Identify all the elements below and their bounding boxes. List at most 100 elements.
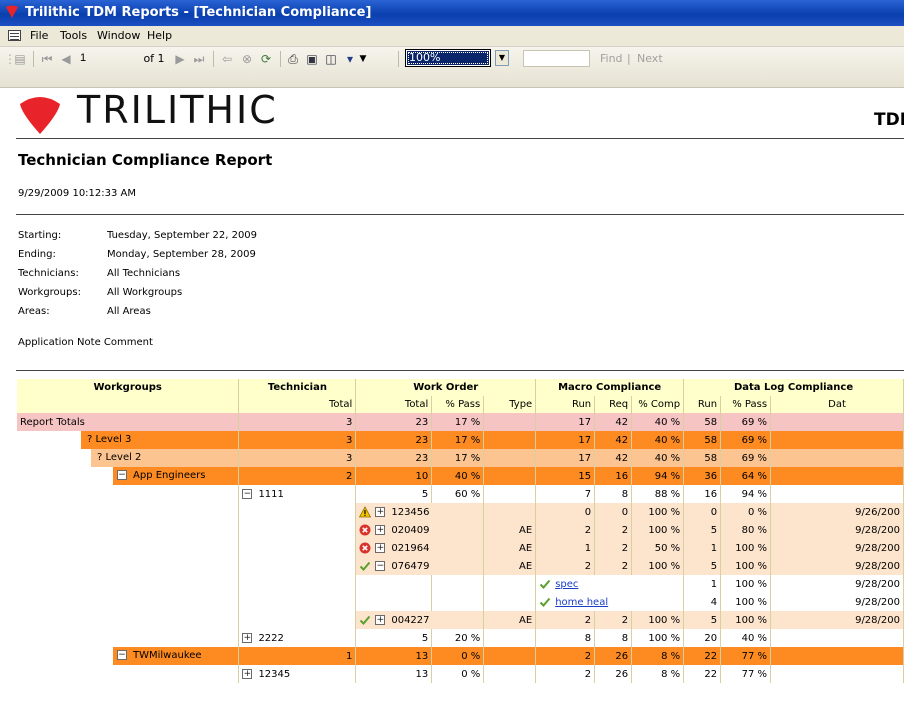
- next-link[interactable]: Next: [637, 52, 663, 65]
- app-icon: [6, 5, 18, 18]
- collapse-icon[interactable]: −: [117, 470, 127, 480]
- technician-id: 1111: [258, 488, 284, 500]
- sub-header-macro-run: Run: [535, 396, 596, 413]
- next-page-icon[interactable]: ▶: [174, 51, 186, 67]
- table-row[interactable]: −1111 5 60 % 7 8 88 % 16 94 %: [17, 485, 904, 503]
- last-page-icon[interactable]: ⏭: [192, 51, 206, 67]
- find-link[interactable]: Find: [600, 52, 623, 65]
- col-header-macro-compliance: Macro Compliance: [535, 379, 685, 396]
- menu-help[interactable]: Help: [147, 29, 172, 42]
- table-row[interactable]: +123456 0 0 100 % 0 0 % 9/26/200: [17, 503, 904, 521]
- col-header-work-order: Work Order: [355, 379, 537, 396]
- print-icon[interactable]: ⎙: [286, 51, 300, 67]
- first-page-icon[interactable]: ⏮: [40, 51, 54, 67]
- trilithic-logo-icon: [20, 97, 60, 134]
- table-row[interactable]: +020409 AE 2 2 100 % 5 80 % 9/28/200: [17, 521, 904, 539]
- export-dropdown-icon[interactable]: ▼: [358, 51, 368, 67]
- collapse-icon[interactable]: −: [375, 561, 386, 571]
- param-value: Monday, September 28, 2009: [107, 249, 256, 260]
- window-title: Trilithic TDM Reports - [Technician Comp…: [25, 5, 372, 20]
- table-row[interactable]: +004227 AE 2 2 100 % 5 100 % 9/28/200: [17, 611, 904, 629]
- find-separator: |: [627, 52, 631, 65]
- application-note-comment: Application Note Comment: [18, 337, 153, 348]
- table-row[interactable]: +021964 AE 1 2 50 % 1 100 % 9/28/200: [17, 539, 904, 557]
- page-count-label: of 1: [143, 52, 165, 65]
- zoom-select[interactable]: 100%: [405, 49, 491, 67]
- page-setup-icon[interactable]: ◫: [324, 51, 338, 67]
- row-label: ? Level 2: [91, 449, 238, 467]
- work-order-id: 021964: [391, 543, 430, 554]
- param-label: Starting:: [18, 230, 62, 241]
- work-order-id: 123456: [391, 507, 430, 518]
- sub-header-type: Type: [483, 396, 537, 413]
- param-value: All Technicians: [107, 268, 181, 279]
- table-row[interactable]: +2222 5 20 % 8 8 100 % 20 40 %: [17, 629, 904, 647]
- technician-id: 2222: [258, 632, 284, 644]
- sub-header-datalog-run: Run: [683, 396, 722, 413]
- report-title: Technician Compliance Report: [18, 151, 273, 169]
- macro-link[interactable]: home heal: [555, 597, 608, 608]
- sub-header-wo-pass: % Pass: [431, 396, 485, 413]
- checkmark-icon: [360, 615, 371, 625]
- checkmark-icon: [539, 579, 551, 589]
- warning-icon: [359, 506, 372, 518]
- stop-icon[interactable]: ⊗: [240, 51, 254, 67]
- product-name: TDM: [874, 110, 904, 130]
- page-number-input[interactable]: [78, 51, 110, 66]
- table-row[interactable]: Report Totals 3 23 17 % 17 42 40 % 58 69…: [17, 413, 904, 431]
- find-input[interactable]: [523, 50, 590, 67]
- previous-page-icon[interactable]: ◀: [60, 51, 72, 67]
- work-order-id: 076479: [391, 561, 430, 572]
- param-value: All Areas: [107, 306, 151, 317]
- sub-header-macro-req: Req: [594, 396, 633, 413]
- window-titlebar: Trilithic TDM Reports - [Technician Comp…: [0, 0, 904, 26]
- table-row[interactable]: ? Level 2 3 23 17 % 17 42 40 % 58 69 %: [17, 449, 904, 467]
- row-label: App Engineers: [133, 470, 206, 481]
- work-order-id: 004227: [391, 615, 430, 626]
- expand-icon[interactable]: +: [375, 507, 386, 517]
- table-row[interactable]: − TWMilwaukee 1 13 0 % 2 26 8 % 22 77 %: [17, 647, 904, 665]
- table-row[interactable]: home heal 4 100 % 9/28/200: [17, 593, 904, 611]
- zoom-dropdown-icon[interactable]: ▼: [495, 50, 509, 66]
- macro-link[interactable]: spec: [555, 579, 578, 590]
- col-header-technician: Technician: [238, 379, 357, 396]
- sub-header-tech-total: Total: [238, 396, 357, 413]
- table-row[interactable]: +12345 13 0 % 2 26 8 % 22 77 %: [17, 665, 904, 683]
- divider: [16, 370, 904, 371]
- row-label: TWMilwaukee: [133, 650, 202, 661]
- param-label: Technicians:: [18, 268, 79, 279]
- print-layout-icon[interactable]: ▣: [305, 51, 319, 67]
- document-map-icon[interactable]: ▤: [12, 51, 28, 67]
- toolbar-separator: [280, 51, 281, 67]
- save-icon[interactable]: ▾: [343, 51, 357, 67]
- divider: [16, 138, 904, 139]
- expand-icon[interactable]: +: [242, 632, 253, 643]
- expand-icon[interactable]: +: [375, 543, 386, 553]
- table-row[interactable]: spec 1 100 % 9/28/200: [17, 575, 904, 593]
- toolbar-grip: ⋮: [4, 52, 16, 66]
- param-label: Workgroups:: [18, 287, 81, 298]
- menu-window[interactable]: Window: [97, 29, 140, 42]
- table-sub-header: Total Total % Pass Type Run Req % Comp R…: [17, 396, 904, 413]
- mdi-window-icon[interactable]: [8, 30, 21, 41]
- menu-file[interactable]: File: [30, 29, 48, 42]
- sub-header-datalog-pass: % Pass: [720, 396, 772, 413]
- collapse-icon[interactable]: −: [242, 488, 253, 499]
- param-label: Ending:: [18, 249, 56, 260]
- back-icon[interactable]: ⇦: [220, 51, 234, 67]
- technician-id: 12345: [258, 668, 291, 680]
- menu-tools[interactable]: Tools: [60, 29, 87, 42]
- refresh-icon[interactable]: ⟳: [259, 51, 273, 67]
- collapse-icon[interactable]: −: [117, 650, 127, 660]
- expand-icon[interactable]: +: [375, 525, 386, 535]
- table-row[interactable]: − App Engineers 2 10 40 % 15 16 94 % 36 6…: [17, 467, 904, 485]
- col-header-workgroups: Workgroups: [17, 379, 240, 396]
- expand-icon[interactable]: +: [375, 615, 386, 625]
- param-value: Tuesday, September 22, 2009: [107, 230, 258, 241]
- expand-icon[interactable]: +: [242, 668, 253, 679]
- table-row[interactable]: −076479 AE 2 2 100 % 5 100 % 9/28/200: [17, 557, 904, 575]
- col-header-data-log-compliance: Data Log Compliance: [683, 379, 904, 396]
- divider: [16, 214, 904, 215]
- table-row[interactable]: ? Level 3 3 23 17 % 17 42 40 % 58 69 %: [17, 431, 904, 449]
- menu-bar: File Tools Window Help: [0, 26, 904, 47]
